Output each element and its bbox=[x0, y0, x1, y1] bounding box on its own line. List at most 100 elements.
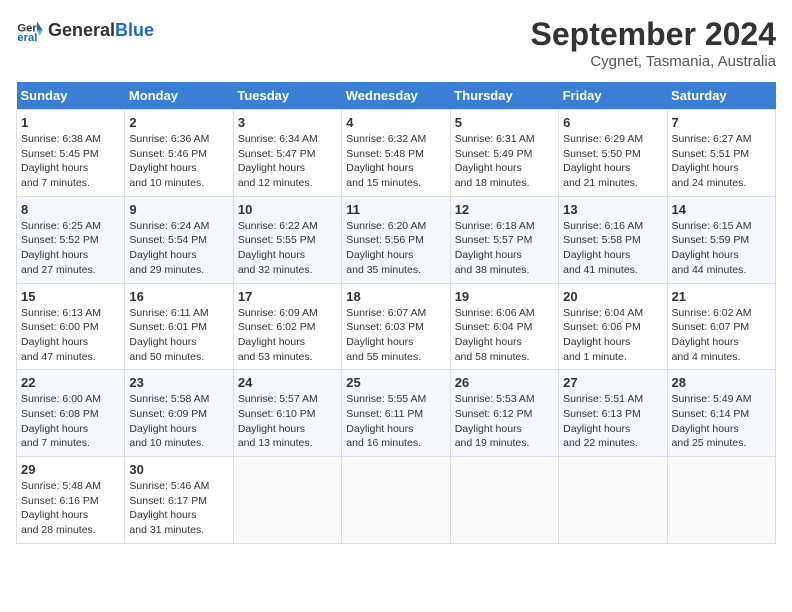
column-header-tuesday: Tuesday bbox=[233, 82, 341, 110]
day-number: 28 bbox=[672, 375, 771, 390]
day-info: Sunrise: 6:32 AMSunset: 5:48 PMDaylight … bbox=[346, 132, 445, 191]
day-info: Sunrise: 6:00 AMSunset: 6:08 PMDaylight … bbox=[21, 392, 120, 451]
day-number: 12 bbox=[455, 202, 554, 217]
calendar-cell: 28 Sunrise: 5:49 AMSunset: 6:14 PMDayligh… bbox=[667, 370, 775, 457]
calendar-cell: 21Sunrise: 6:02 AMSunset: 6:07 PMDayligh… bbox=[667, 283, 775, 370]
day-info: Sunrise: 6:38 AMSunset: 5:45 PMDaylight … bbox=[21, 132, 120, 191]
calendar-cell: 6Sunrise: 6:29 AMSunset: 5:50 PMDaylight… bbox=[559, 110, 667, 197]
calendar-cell: 24 Sunrise: 5:57 AMSunset: 6:10 PMDayligh… bbox=[233, 370, 341, 457]
day-number: 25 bbox=[346, 375, 445, 390]
calendar-cell: 7 Sunrise: 6:27 AMSunset: 5:51 PMDaylight… bbox=[667, 110, 775, 197]
calendar-cell: 27 Sunrise: 5:51 AMSunset: 6:13 PMDayligh… bbox=[559, 370, 667, 457]
calendar-week-1: 1 Sunrise: 6:38 AMSunset: 5:45 PMDaylight… bbox=[17, 110, 776, 197]
day-info: Sunrise: 6:20 AMSunset: 5:56 PMDaylight … bbox=[346, 219, 445, 278]
day-info: Sunrise: 6:25 AMSunset: 5:52 PMDaylight … bbox=[21, 219, 120, 278]
calendar-cell: 11 Sunrise: 6:20 AMSunset: 5:56 PMDayligh… bbox=[342, 196, 450, 283]
calendar-cell: 19 Sunrise: 6:06 AMSunset: 6:04 PMDayligh… bbox=[450, 283, 558, 370]
day-info: Sunrise: 6:13 AMSunset: 6:00 PMDaylight … bbox=[21, 306, 120, 365]
day-info: Sunrise: 5:51 AMSunset: 6:13 PMDaylight … bbox=[563, 392, 662, 451]
day-number: 20 bbox=[563, 289, 662, 304]
calendar-week-4: 22 Sunrise: 6:00 AMSunset: 6:08 PMDayligh… bbox=[17, 370, 776, 457]
logo-icon: Gen eral bbox=[16, 16, 44, 44]
calendar-week-3: 15 Sunrise: 6:13 AMSunset: 6:00 PMDayligh… bbox=[17, 283, 776, 370]
day-number: 1 bbox=[21, 115, 120, 130]
day-info: Sunrise: 5:46 AMSunset: 6:17 PMDaylight … bbox=[129, 479, 228, 538]
calendar-cell: 10 Sunrise: 6:22 AMSunset: 5:55 PMDayligh… bbox=[233, 196, 341, 283]
calendar-cell bbox=[559, 457, 667, 544]
day-number: 13 bbox=[563, 202, 662, 217]
calendar-cell: 26 Sunrise: 5:53 AMSunset: 6:12 PMDayligh… bbox=[450, 370, 558, 457]
calendar-cell: 18 Sunrise: 6:07 AMSunset: 6:03 PMDayligh… bbox=[342, 283, 450, 370]
calendar-cell: 3Sunrise: 6:34 AMSunset: 5:47 PMDaylight… bbox=[233, 110, 341, 197]
day-info: Sunrise: 5:55 AMSunset: 6:11 PMDaylight … bbox=[346, 392, 445, 451]
day-number: 15 bbox=[21, 289, 120, 304]
day-number: 10 bbox=[238, 202, 337, 217]
day-info: Sunrise: 5:57 AMSunset: 6:10 PMDaylight … bbox=[238, 392, 337, 451]
day-info: Sunrise: 6:04 AMSunset: 6:06 PMDaylight … bbox=[563, 306, 662, 365]
month-year: September 2024 bbox=[531, 16, 776, 53]
calendar-cell: 14 Sunrise: 6:15 AMSunset: 5:59 PMDayligh… bbox=[667, 196, 775, 283]
day-number: 16 bbox=[129, 289, 228, 304]
day-number: 18 bbox=[346, 289, 445, 304]
day-number: 22 bbox=[21, 375, 120, 390]
calendar-cell bbox=[233, 457, 341, 544]
day-info: Sunrise: 6:22 AMSunset: 5:55 PMDaylight … bbox=[238, 219, 337, 278]
column-header-thursday: Thursday bbox=[450, 82, 558, 110]
day-number: 11 bbox=[346, 202, 445, 217]
day-number: 29 bbox=[21, 462, 120, 477]
calendar-cell: 29 Sunrise: 5:48 AMSunset: 6:16 PMDayligh… bbox=[17, 457, 125, 544]
calendar-cell: 23Sunrise: 5:58 AMSunset: 6:09 PMDayligh… bbox=[125, 370, 233, 457]
calendar-week-5: 29 Sunrise: 5:48 AMSunset: 6:16 PMDayligh… bbox=[17, 457, 776, 544]
logo: Gen eral GeneralBlue bbox=[16, 16, 154, 44]
calendar-cell: 2 Sunrise: 6:36 AMSunset: 5:46 PMDaylight… bbox=[125, 110, 233, 197]
calendar-cell: 12 Sunrise: 6:18 AMSunset: 5:57 PMDayligh… bbox=[450, 196, 558, 283]
column-header-monday: Monday bbox=[125, 82, 233, 110]
column-header-sunday: Sunday bbox=[17, 82, 125, 110]
day-number: 24 bbox=[238, 375, 337, 390]
day-number: 30 bbox=[129, 462, 228, 477]
day-number: 6 bbox=[563, 115, 662, 130]
logo-general: GeneralBlue bbox=[48, 20, 154, 41]
day-info: Sunrise: 5:48 AMSunset: 6:16 PMDaylight … bbox=[21, 479, 120, 538]
day-number: 19 bbox=[455, 289, 554, 304]
calendar-cell: 20 Sunrise: 6:04 AMSunset: 6:06 PMDayligh… bbox=[559, 283, 667, 370]
day-number: 5 bbox=[455, 115, 554, 130]
day-number: 27 bbox=[563, 375, 662, 390]
day-info: Sunrise: 5:49 AMSunset: 6:14 PMDaylight … bbox=[672, 392, 771, 451]
calendar-cell: 22 Sunrise: 6:00 AMSunset: 6:08 PMDayligh… bbox=[17, 370, 125, 457]
day-number: 21 bbox=[672, 289, 771, 304]
day-number: 14 bbox=[672, 202, 771, 217]
calendar-cell bbox=[667, 457, 775, 544]
day-info: Sunrise: 6:06 AMSunset: 6:04 PMDaylight … bbox=[455, 306, 554, 365]
day-info: Sunrise: 6:27 AMSunset: 5:51 PMDaylight … bbox=[672, 132, 771, 191]
calendar-cell: 30 Sunrise: 5:46 AMSunset: 6:17 PMDayligh… bbox=[125, 457, 233, 544]
column-header-saturday: Saturday bbox=[667, 82, 775, 110]
title-block: September 2024 Cygnet, Tasmania, Austral… bbox=[531, 16, 776, 70]
calendar-cell: 1 Sunrise: 6:38 AMSunset: 5:45 PMDaylight… bbox=[17, 110, 125, 197]
calendar-header-row: SundayMondayTuesdayWednesdayThursdayFrid… bbox=[17, 82, 776, 110]
day-number: 8 bbox=[21, 202, 120, 217]
column-header-friday: Friday bbox=[559, 82, 667, 110]
day-info: Sunrise: 6:31 AMSunset: 5:49 PMDaylight … bbox=[455, 132, 554, 191]
calendar-cell: 25 Sunrise: 5:55 AMSunset: 6:11 PMDayligh… bbox=[342, 370, 450, 457]
day-number: 2 bbox=[129, 115, 228, 130]
day-number: 7 bbox=[672, 115, 771, 130]
calendar-cell bbox=[342, 457, 450, 544]
calendar-cell: 16Sunrise: 6:11 AMSunset: 6:01 PMDayligh… bbox=[125, 283, 233, 370]
calendar-cell: 17Sunrise: 6:09 AMSunset: 6:02 PMDayligh… bbox=[233, 283, 341, 370]
day-number: 26 bbox=[455, 375, 554, 390]
day-info: Sunrise: 6:18 AMSunset: 5:57 PMDaylight … bbox=[455, 219, 554, 278]
day-info: Sunrise: 6:15 AMSunset: 5:59 PMDaylight … bbox=[672, 219, 771, 278]
day-info: Sunrise: 6:07 AMSunset: 6:03 PMDaylight … bbox=[346, 306, 445, 365]
calendar-table: SundayMondayTuesdayWednesdayThursdayFrid… bbox=[16, 82, 776, 544]
day-info: Sunrise: 6:16 AMSunset: 5:58 PMDaylight … bbox=[563, 219, 662, 278]
column-header-wednesday: Wednesday bbox=[342, 82, 450, 110]
calendar-cell: 15 Sunrise: 6:13 AMSunset: 6:00 PMDayligh… bbox=[17, 283, 125, 370]
day-info: Sunrise: 6:09 AMSunset: 6:02 PMDaylight … bbox=[238, 306, 337, 365]
calendar-cell: 13 Sunrise: 6:16 AMSunset: 5:58 PMDayligh… bbox=[559, 196, 667, 283]
calendar-cell: 9Sunrise: 6:24 AMSunset: 5:54 PMDaylight… bbox=[125, 196, 233, 283]
day-number: 3 bbox=[238, 115, 337, 130]
day-info: Sunrise: 6:36 AMSunset: 5:46 PMDaylight … bbox=[129, 132, 228, 191]
day-info: Sunrise: 5:53 AMSunset: 6:12 PMDaylight … bbox=[455, 392, 554, 451]
day-info: Sunrise: 5:58 AMSunset: 6:09 PMDaylight … bbox=[129, 392, 228, 451]
